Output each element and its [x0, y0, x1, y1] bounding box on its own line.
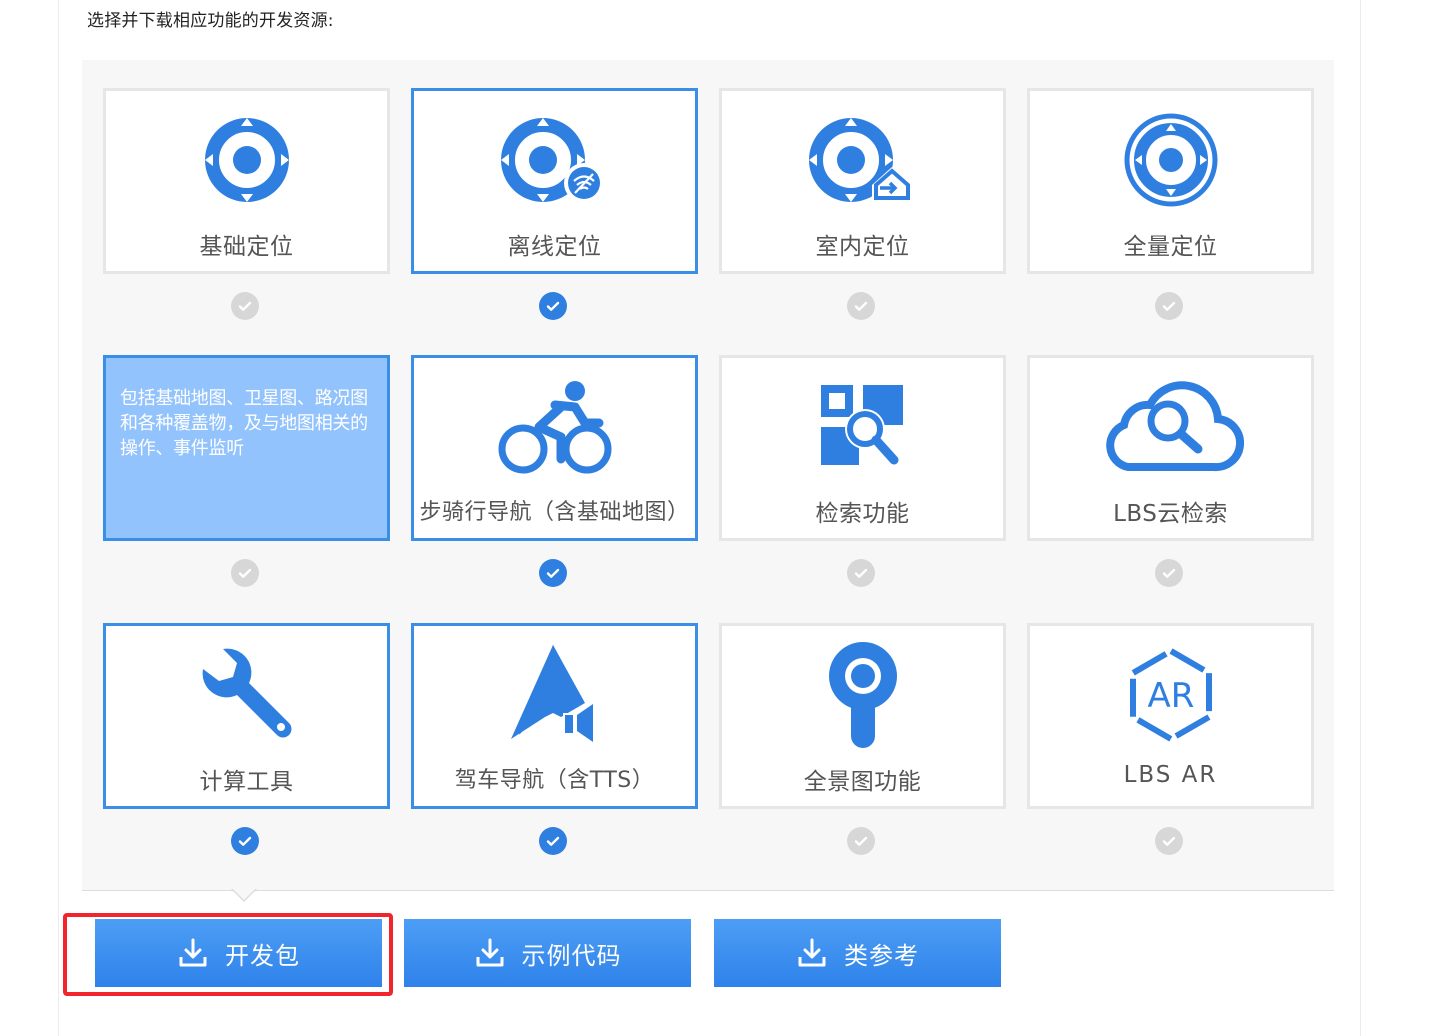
- download-icon: [796, 937, 828, 969]
- card-label: 全景图功能: [803, 769, 922, 795]
- card-label: 基础定位: [199, 234, 294, 260]
- check-base-map[interactable]: [231, 559, 259, 587]
- download-icon: [474, 937, 506, 969]
- card-label: LBS AR: [1123, 762, 1218, 788]
- card-label: 检索功能: [815, 501, 910, 527]
- card-lbs-cloud-search[interactable]: LBS云检索: [1027, 355, 1314, 541]
- card-label: LBS云检索: [1113, 501, 1228, 527]
- check-panorama[interactable]: [847, 827, 875, 855]
- check-lbs-ar[interactable]: [1155, 827, 1183, 855]
- instruction-text: 选择并下载相应功能的开发资源:: [87, 11, 334, 31]
- card-label: 步骑行导航（含基础地图）: [419, 500, 690, 525]
- check-offline-location[interactable]: [539, 292, 567, 320]
- card-full-location[interactable]: 全量定位: [1027, 88, 1314, 274]
- cycling-icon: [414, 372, 695, 482]
- check-basic-location[interactable]: [231, 292, 259, 320]
- download-sample-code-button[interactable]: 示例代码: [404, 919, 691, 987]
- card-lbs-ar[interactable]: AR LBS AR: [1027, 623, 1314, 809]
- download-class-reference-button[interactable]: 类参考: [714, 919, 1001, 987]
- card-search-function[interactable]: 检索功能: [719, 355, 1006, 541]
- card-basic-location[interactable]: 基础定位: [103, 88, 390, 274]
- card-label: 全量定位: [1123, 234, 1218, 260]
- panorama-pin-icon: [722, 640, 1003, 750]
- card-label: 计算工具: [199, 769, 294, 795]
- card-drive-navigation[interactable]: 驾车导航（含TTS）: [411, 623, 698, 809]
- location-target-icon: [106, 105, 387, 215]
- drive-navigation-icon: [414, 640, 695, 750]
- ar-hexagon-icon: AR: [1030, 640, 1311, 750]
- card-base-map[interactable]: 包括基础地图、卫星图、路况图和各种覆盖物，及与地图相关的操作、事件监听: [103, 355, 390, 541]
- check-lbs-cloud-search[interactable]: [1155, 559, 1183, 587]
- card-panorama[interactable]: 全景图功能: [719, 623, 1006, 809]
- check-ride-walk-navigation[interactable]: [539, 559, 567, 587]
- card-calculation-tools[interactable]: 计算工具: [103, 623, 390, 809]
- card-label: 驾车导航（含TTS）: [454, 768, 655, 793]
- card-offline-location[interactable]: 离线定位: [411, 88, 698, 274]
- check-drive-navigation[interactable]: [539, 827, 567, 855]
- indoor-location-icon: [722, 105, 1003, 215]
- button-label: 示例代码: [521, 941, 622, 970]
- card-indoor-location[interactable]: 室内定位: [719, 88, 1006, 274]
- check-indoor-location[interactable]: [847, 292, 875, 320]
- check-full-location[interactable]: [1155, 292, 1183, 320]
- card-label: 室内定位: [815, 234, 910, 260]
- search-function-icon: [722, 372, 1003, 482]
- ar-icon-text: AR: [1147, 676, 1194, 716]
- annotation-highlight-box: [63, 913, 393, 996]
- card-ride-walk-navigation[interactable]: 步骑行导航（含基础地图）: [411, 355, 698, 541]
- button-label: 类参考: [844, 941, 919, 970]
- check-calculation-tools[interactable]: [231, 827, 259, 855]
- wrench-icon: [106, 640, 387, 750]
- panel-pointer: [231, 888, 257, 902]
- check-search-function[interactable]: [847, 559, 875, 587]
- card-description: 包括基础地图、卫星图、路况图和各种覆盖物，及与地图相关的操作、事件监听: [120, 388, 368, 459]
- cloud-search-icon: [1030, 372, 1311, 482]
- card-label: 离线定位: [507, 234, 602, 260]
- full-location-icon: [1030, 105, 1311, 215]
- offline-location-icon: [414, 105, 695, 215]
